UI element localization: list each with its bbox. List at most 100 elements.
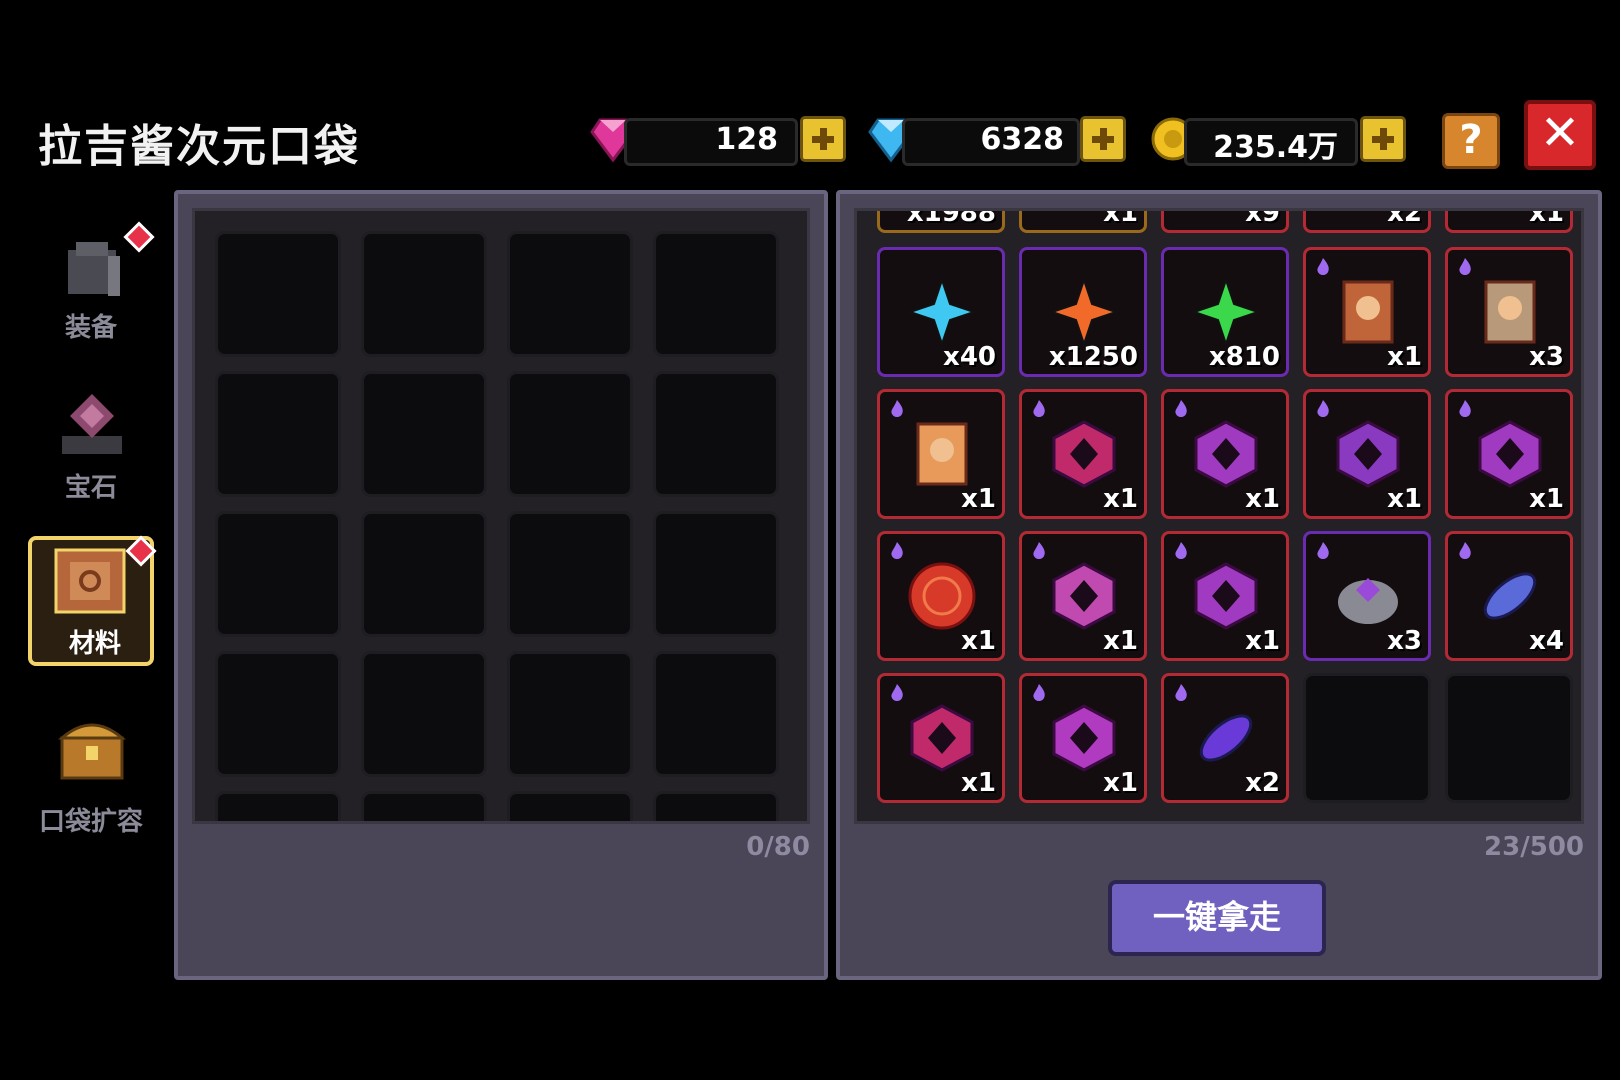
item-slot[interactable]: x40 bbox=[877, 247, 1005, 377]
gem-altar-icon bbox=[62, 394, 122, 454]
material-book-icon bbox=[54, 548, 126, 614]
item-slot[interactable]: x1 bbox=[1019, 531, 1147, 661]
empty-slot[interactable] bbox=[361, 791, 487, 821]
item-slot[interactable]: x810 bbox=[1161, 247, 1289, 377]
item-slot[interactable]: x1 bbox=[1445, 208, 1573, 233]
add-pink-gem-button[interactable] bbox=[800, 116, 846, 162]
item-slot[interactable]: x1 bbox=[1303, 247, 1431, 377]
pocket-capacity: 0/80 bbox=[746, 832, 810, 862]
hero-portrait-girl-icon bbox=[916, 422, 968, 486]
orb-crystal-icon bbox=[1052, 562, 1116, 630]
item-slot[interactable]: x2 bbox=[1303, 211, 1431, 233]
empty-slot[interactable] bbox=[361, 371, 487, 497]
item-quantity: x1 bbox=[961, 768, 996, 798]
empty-slot[interactable] bbox=[507, 791, 633, 821]
empty-slot[interactable] bbox=[507, 511, 633, 637]
item-quantity: x1 bbox=[1387, 342, 1422, 372]
empty-slot[interactable] bbox=[361, 651, 487, 777]
item-slot[interactable]: x1 bbox=[877, 531, 1005, 661]
item-slot[interactable]: x1 bbox=[877, 389, 1005, 519]
empty-slot[interactable] bbox=[215, 511, 341, 637]
item-quantity: x1 bbox=[1103, 208, 1138, 228]
item-quantity: x810 bbox=[1208, 342, 1280, 372]
tab-equipment[interactable]: 装备 bbox=[28, 221, 155, 352]
empty-slot[interactable] bbox=[215, 651, 341, 777]
item-slot[interactable]: x1988 bbox=[877, 208, 1005, 233]
tab-expand-pocket-label: 口袋扩容 bbox=[38, 807, 143, 837]
empty-slot[interactable] bbox=[507, 371, 633, 497]
currency-pink-gem: 128 bbox=[588, 114, 850, 166]
empty-slot[interactable] bbox=[653, 231, 779, 357]
item-slot[interactable]: x1 bbox=[1019, 389, 1147, 519]
currency-gold-coin: 235.4万 bbox=[1148, 114, 1410, 166]
red-seal-icon bbox=[908, 562, 976, 630]
currency-blue-gem: 6328 bbox=[866, 114, 1130, 166]
item-slot[interactable]: x1 bbox=[1161, 531, 1289, 661]
tab-equipment-label: 装备 bbox=[64, 313, 117, 343]
item-slot[interactable]: x1 bbox=[1303, 389, 1431, 519]
item-quantity: x1 bbox=[1529, 208, 1564, 228]
help-button[interactable]: ? bbox=[1442, 113, 1500, 169]
item-quantity: x40 bbox=[943, 342, 996, 372]
empty-slot[interactable] bbox=[653, 371, 779, 497]
item-slot[interactable]: x9 bbox=[1161, 211, 1289, 233]
tab-expand-pocket[interactable]: 口袋扩容 bbox=[28, 708, 154, 838]
purple-wraith-icon bbox=[1199, 714, 1253, 762]
item-quantity: x4 bbox=[1529, 626, 1564, 656]
hero-portrait-bearded-icon bbox=[1342, 280, 1394, 344]
storage-capacity: 23/500 bbox=[1484, 832, 1584, 862]
tab-materials-label: 材料 bbox=[68, 629, 121, 659]
hero-portrait-elder-icon bbox=[1484, 280, 1536, 344]
tab-materials[interactable]: 材料 bbox=[28, 535, 157, 666]
empty-slot[interactable] bbox=[215, 231, 341, 357]
item-quantity: x1 bbox=[1103, 768, 1138, 798]
item-slot[interactable]: x2 bbox=[1161, 673, 1289, 803]
item-slot[interactable]: x4 bbox=[1445, 531, 1573, 661]
tab-gems[interactable]: 宝石 bbox=[28, 382, 154, 512]
add-gold-button[interactable] bbox=[1360, 116, 1406, 162]
blue-star-shard-icon bbox=[906, 276, 978, 348]
treasure-chest-icon bbox=[57, 723, 127, 780]
item-slot[interactable]: x1250 bbox=[1019, 247, 1147, 377]
empty-slot[interactable] bbox=[507, 651, 633, 777]
item-quantity: x1 bbox=[1245, 484, 1280, 514]
item-quantity: x1250 bbox=[1048, 342, 1138, 372]
item-slot[interactable]: x1 bbox=[1019, 673, 1147, 803]
item-slot[interactable]: x3 bbox=[1445, 247, 1573, 377]
empty-slot[interactable] bbox=[653, 651, 779, 777]
sword-crystal-icon bbox=[1194, 562, 1258, 630]
empty-slot[interactable] bbox=[215, 371, 341, 497]
empty-slot[interactable] bbox=[361, 511, 487, 637]
item-slot[interactable]: x1 bbox=[1445, 389, 1573, 519]
item-quantity: x1 bbox=[961, 484, 996, 514]
storage-grid[interactable]: x1988 x1 x9 x2 x1 x40 x1250 x810 x1 x3 x1 x1 x1 x1 x1 x… bbox=[854, 208, 1584, 824]
empty-slot[interactable] bbox=[653, 791, 779, 821]
add-blue-gem-button[interactable] bbox=[1080, 116, 1126, 162]
pink-gem-value: 128 bbox=[715, 122, 778, 157]
empty-slot[interactable] bbox=[215, 791, 341, 821]
red-crystal-icon bbox=[910, 704, 974, 772]
close-button[interactable]: ✕ bbox=[1524, 100, 1596, 170]
item-slot[interactable]: x1 bbox=[1019, 208, 1147, 233]
item-quantity: x1 bbox=[1529, 484, 1564, 514]
take-all-button[interactable]: 一键拿走 bbox=[1108, 880, 1326, 956]
item-quantity: x1988 bbox=[906, 208, 996, 228]
empty-slot[interactable] bbox=[1303, 673, 1431, 803]
item-slot[interactable]: x1 bbox=[877, 673, 1005, 803]
blue-rune-crystal-icon bbox=[1336, 420, 1400, 488]
void-shard-icon bbox=[1483, 572, 1537, 620]
item-quantity: x3 bbox=[1387, 626, 1422, 656]
blue-gem-value: 6328 bbox=[980, 122, 1065, 157]
item-slot[interactable]: x3 bbox=[1303, 531, 1431, 661]
stone-gem-icon bbox=[1338, 578, 1398, 624]
empty-slot[interactable] bbox=[1445, 673, 1573, 803]
armor-icon bbox=[68, 242, 120, 296]
empty-slot[interactable] bbox=[653, 511, 779, 637]
notification-badge bbox=[125, 535, 157, 567]
item-slot[interactable]: x1 bbox=[1161, 389, 1289, 519]
pocket-grid[interactable] bbox=[192, 208, 810, 824]
item-quantity: x1 bbox=[961, 626, 996, 656]
heart-crystal-icon bbox=[1052, 420, 1116, 488]
empty-slot[interactable] bbox=[507, 231, 633, 357]
empty-slot[interactable] bbox=[361, 231, 487, 357]
